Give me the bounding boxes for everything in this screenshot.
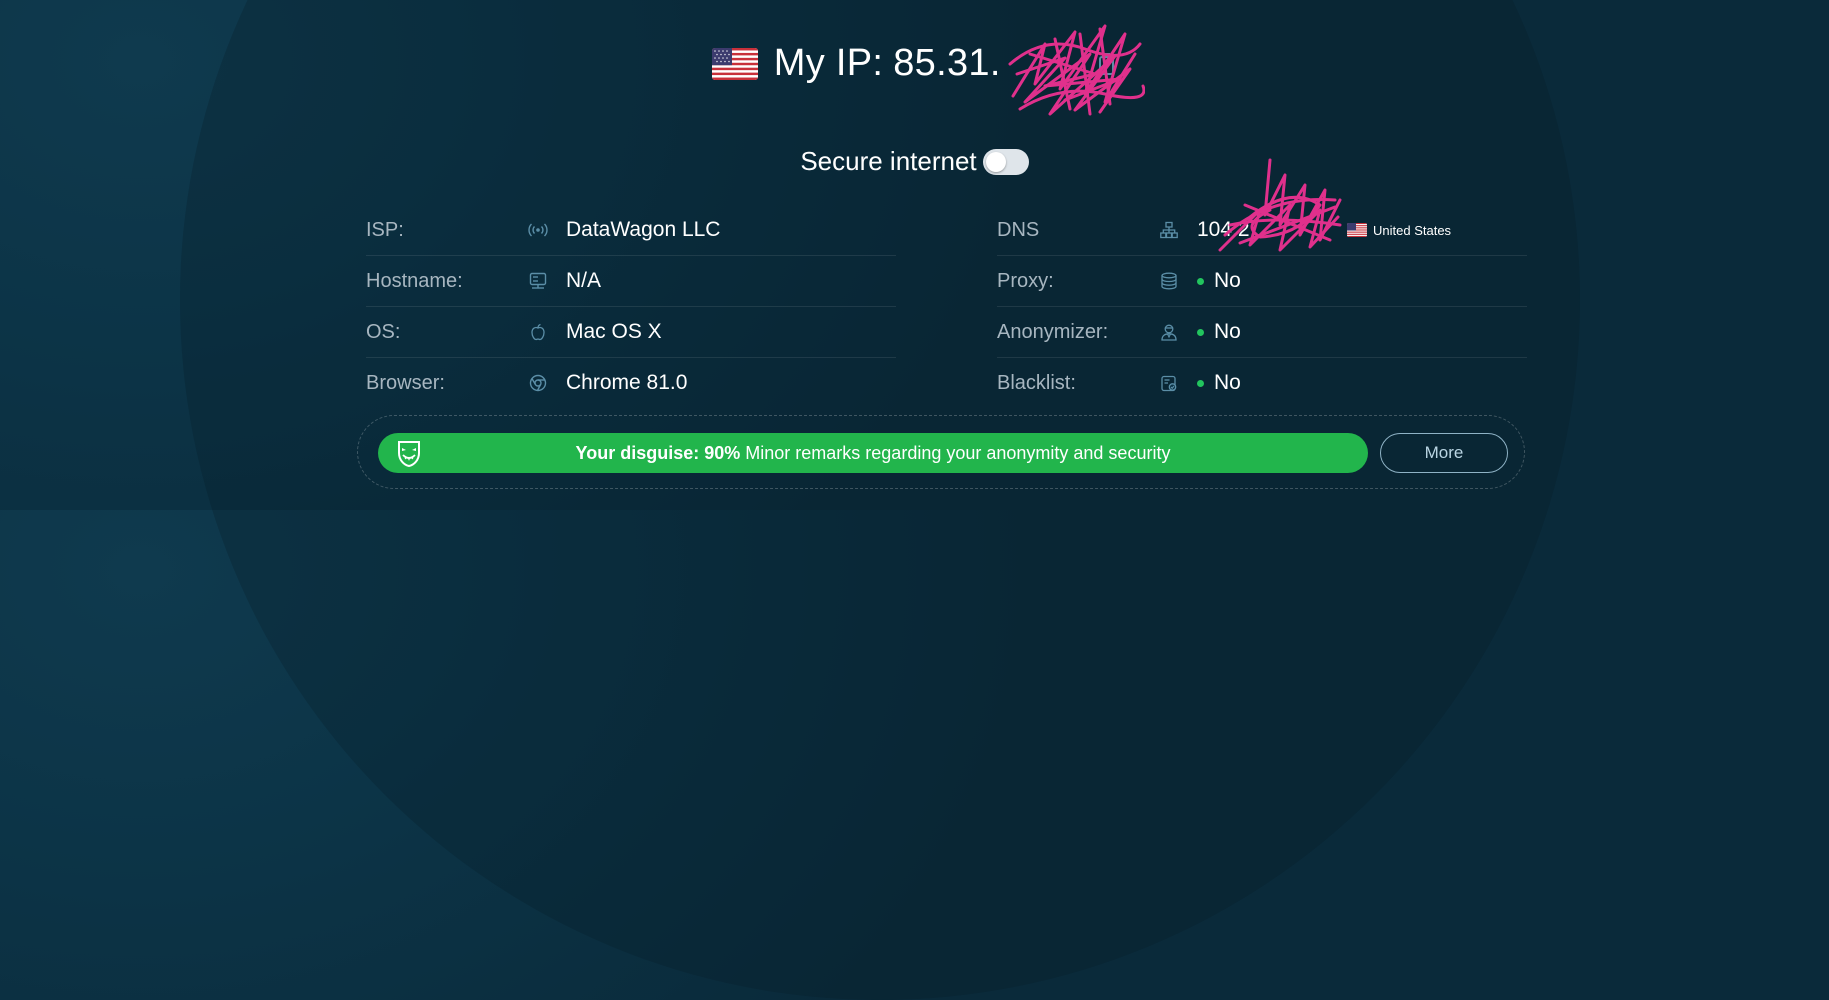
- os-row: OS: Mac OS X: [366, 307, 896, 358]
- secure-internet-toggle[interactable]: [982, 148, 1029, 175]
- disguise-description: Minor remarks regarding your anonymity a…: [745, 442, 1171, 463]
- blacklist-status-dot: [1197, 379, 1204, 387]
- proxy-label: Proxy:: [997, 269, 1054, 292]
- apple-icon: [526, 320, 550, 344]
- isp-label: ISP:: [366, 218, 404, 241]
- isp-row: ISP: DataWagon LLC: [366, 205, 896, 256]
- anonymizer-label: Anonymizer:: [997, 320, 1109, 343]
- dns-label: DNS: [997, 218, 1040, 241]
- user-secret-icon: [1157, 320, 1181, 344]
- dns-country: United States: [1373, 222, 1452, 238]
- ip-label: My IP:: [773, 42, 884, 84]
- os-value: Mac OS X: [566, 320, 662, 343]
- chrome-icon: [526, 371, 550, 395]
- secure-internet-row: Secure internet: [0, 146, 1829, 177]
- database-icon: [1157, 269, 1181, 293]
- browser-row: Browser: Chrome 81.0: [366, 358, 896, 408]
- us-flag-icon: [711, 47, 758, 80]
- proxy-value: No: [1214, 269, 1241, 292]
- browser-label: Browser:: [366, 371, 445, 394]
- disguise-bar: Your disguise: 90% Minor remarks regardi…: [378, 433, 1368, 473]
- dns-row: DNS 104.2 United States: [997, 205, 1527, 256]
- anonymizer-row: Anonymizer: No: [997, 307, 1527, 358]
- ip-value: 85.31.: [893, 42, 1001, 84]
- disguise-panel: Your disguise: 90% Minor remarks regardi…: [357, 415, 1525, 489]
- us-flag-small-icon: [1347, 223, 1367, 237]
- blacklist-value: No: [1214, 371, 1241, 394]
- dns-value: 104.2: [1197, 218, 1250, 241]
- disguise-text: Your disguise: 90% Minor remarks regardi…: [378, 443, 1368, 464]
- hostname-value: N/A: [566, 269, 602, 292]
- hostname-row: Hostname: N/A: [366, 256, 896, 307]
- anonymizer-value: No: [1214, 320, 1241, 343]
- blacklist-label: Blacklist:: [997, 371, 1076, 394]
- toggle-knob: [985, 151, 1006, 172]
- network-icon: [1157, 218, 1181, 242]
- mask-icon: [398, 441, 420, 468]
- copy-icon[interactable]: [1095, 51, 1117, 77]
- info-table-right: DNS 104.2 United States Proxy: No Anonym…: [997, 205, 1527, 408]
- proxy-status-dot: [1197, 277, 1204, 285]
- isp-value: DataWagon LLC: [566, 218, 721, 241]
- anonymizer-status-dot: [1197, 328, 1204, 336]
- os-label: OS:: [366, 320, 401, 343]
- hostname-label: Hostname:: [366, 269, 463, 292]
- proxy-row: Proxy: No: [997, 256, 1527, 307]
- clipboard-check-icon: [1157, 371, 1181, 395]
- browser-value: Chrome 81.0: [566, 371, 688, 394]
- disguise-score: Your disguise: 90%: [575, 442, 741, 463]
- more-button[interactable]: More: [1380, 433, 1508, 473]
- ip-header: My IP: 85.31.: [0, 42, 1829, 85]
- server-icon: [526, 269, 550, 293]
- blacklist-row: Blacklist: No: [997, 358, 1527, 408]
- secure-internet-label: Secure internet: [800, 146, 977, 176]
- info-table-left: ISP: DataWagon LLC Hostname: N/A OS: Mac…: [366, 205, 896, 408]
- signal-icon: [526, 218, 550, 242]
